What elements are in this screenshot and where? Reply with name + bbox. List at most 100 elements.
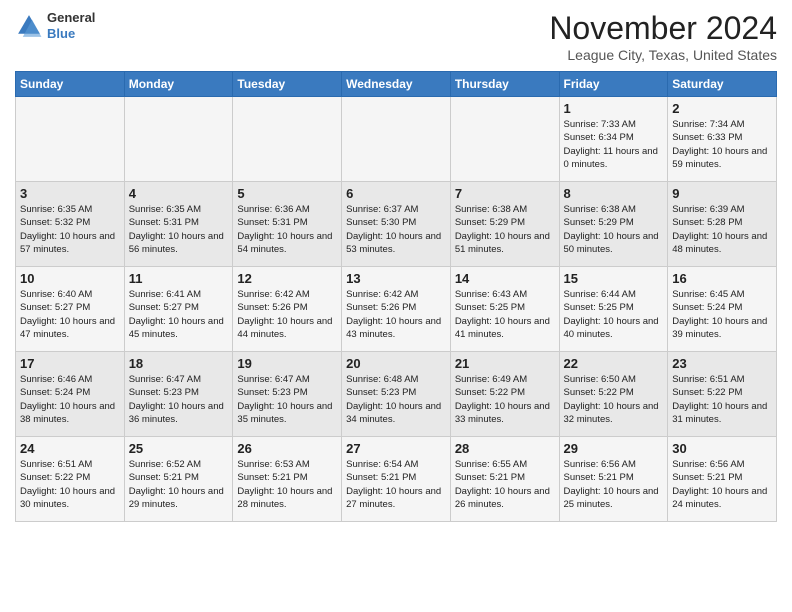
day-info: Sunrise: 6:35 AM Sunset: 5:31 PM Dayligh… — [129, 203, 229, 256]
day-cell: 20Sunrise: 6:48 AM Sunset: 5:23 PM Dayli… — [342, 352, 451, 437]
day-number: 25 — [129, 441, 229, 456]
day-number: 21 — [455, 356, 555, 371]
day-cell: 1 Sunrise: 7:33 AM Sunset: 6:34 PM Daylig… — [559, 97, 668, 182]
day-info: Sunrise: 6:45 AM Sunset: 5:24 PM Dayligh… — [672, 288, 772, 341]
day-info: Sunrise: 6:51 AM Sunset: 5:22 PM Dayligh… — [672, 373, 772, 426]
day-number: 19 — [237, 356, 337, 371]
day-cell: 8Sunrise: 6:38 AM Sunset: 5:29 PM Daylig… — [559, 182, 668, 267]
day-info: Sunrise: 6:38 AM Sunset: 5:29 PM Dayligh… — [564, 203, 664, 256]
day-cell: 17 Sunrise: 6:46 AM Sunset: 5:24 PM Dayli… — [16, 352, 125, 437]
week-row-2: 10 Sunrise: 6:40 AM Sunset: 5:27 PM Dayli… — [16, 267, 777, 352]
day-cell: 10 Sunrise: 6:40 AM Sunset: 5:27 PM Dayli… — [16, 267, 125, 352]
day-cell: 3 Sunrise: 6:35 AM Sunset: 5:32 PM Daylig… — [16, 182, 125, 267]
day-number: 11 — [129, 271, 229, 286]
day-number: 28 — [455, 441, 555, 456]
day-number: 15 — [564, 271, 664, 286]
week-row-4: 24 Sunrise: 6:51 AM Sunset: 5:22 PM Dayli… — [16, 437, 777, 522]
day-number: 17 — [20, 356, 120, 371]
day-info: Sunrise: 7:34 AM Sunset: 6:33 PM Dayligh… — [672, 118, 772, 171]
day-cell: 4 Sunrise: 6:35 AM Sunset: 5:31 PM Daylig… — [124, 182, 233, 267]
day-info: Sunrise: 6:54 AM Sunset: 5:21 PM Dayligh… — [346, 458, 446, 511]
day-cell: 24 Sunrise: 6:51 AM Sunset: 5:22 PM Dayli… — [16, 437, 125, 522]
month-title: November 2024 — [549, 10, 777, 47]
page-header: General Blue November 2024 League City, … — [15, 10, 777, 63]
day-cell: 14 Sunrise: 6:43 AM Sunset: 5:25 PM Dayli… — [450, 267, 559, 352]
day-cell — [124, 97, 233, 182]
day-info: Sunrise: 6:37 AM Sunset: 5:30 PM Dayligh… — [346, 203, 446, 256]
day-cell: 7Sunrise: 6:38 AM Sunset: 5:29 PM Daylig… — [450, 182, 559, 267]
weekday-header-saturday: Saturday — [668, 72, 777, 97]
weekday-header-thursday: Thursday — [450, 72, 559, 97]
day-number: 29 — [564, 441, 664, 456]
day-info: Sunrise: 6:39 AM Sunset: 5:28 PM Dayligh… — [672, 203, 772, 256]
day-cell — [233, 97, 342, 182]
day-info: Sunrise: 6:36 AM Sunset: 5:31 PM Dayligh… — [237, 203, 337, 256]
day-info: Sunrise: 6:46 AM Sunset: 5:24 PM Dayligh… — [20, 373, 120, 426]
day-number: 20 — [346, 356, 446, 371]
day-number: 22 — [564, 356, 664, 371]
day-number: 1 — [564, 101, 664, 116]
day-cell — [342, 97, 451, 182]
day-number: 14 — [455, 271, 555, 286]
day-cell: 25Sunrise: 6:52 AM Sunset: 5:21 PM Dayli… — [124, 437, 233, 522]
day-info: Sunrise: 6:51 AM Sunset: 5:22 PM Dayligh… — [20, 458, 120, 511]
day-info: Sunrise: 6:35 AM Sunset: 5:32 PM Dayligh… — [20, 203, 120, 256]
logo-general: General — [47, 10, 95, 26]
day-number: 3 — [20, 186, 120, 201]
day-number: 30 — [672, 441, 772, 456]
day-number: 16 — [672, 271, 772, 286]
day-info: Sunrise: 6:49 AM Sunset: 5:22 PM Dayligh… — [455, 373, 555, 426]
day-number: 18 — [129, 356, 229, 371]
weekday-header-tuesday: Tuesday — [233, 72, 342, 97]
day-cell: 27 Sunrise: 6:54 AM Sunset: 5:21 PM Dayli… — [342, 437, 451, 522]
day-cell: 6 Sunrise: 6:37 AM Sunset: 5:30 PM Daylig… — [342, 182, 451, 267]
day-info: Sunrise: 6:42 AM Sunset: 5:26 PM Dayligh… — [346, 288, 446, 341]
day-number: 10 — [20, 271, 120, 286]
day-cell: 30 Sunrise: 6:56 AM Sunset: 5:21 PM Dayli… — [668, 437, 777, 522]
week-row-0: 1 Sunrise: 7:33 AM Sunset: 6:34 PM Daylig… — [16, 97, 777, 182]
day-cell: 29Sunrise: 6:56 AM Sunset: 5:21 PM Dayli… — [559, 437, 668, 522]
day-cell: 15 Sunrise: 6:44 AM Sunset: 5:25 PM Dayli… — [559, 267, 668, 352]
week-row-3: 17 Sunrise: 6:46 AM Sunset: 5:24 PM Dayli… — [16, 352, 777, 437]
day-cell: 5Sunrise: 6:36 AM Sunset: 5:31 PM Daylig… — [233, 182, 342, 267]
day-number: 2 — [672, 101, 772, 116]
day-info: Sunrise: 6:43 AM Sunset: 5:25 PM Dayligh… — [455, 288, 555, 341]
day-cell: 19 Sunrise: 6:47 AM Sunset: 5:23 PM Dayli… — [233, 352, 342, 437]
day-cell: 11Sunrise: 6:41 AM Sunset: 5:27 PM Dayli… — [124, 267, 233, 352]
logo-text: General Blue — [47, 10, 95, 41]
day-number: 6 — [346, 186, 446, 201]
day-number: 9 — [672, 186, 772, 201]
day-info: Sunrise: 6:38 AM Sunset: 5:29 PM Dayligh… — [455, 203, 555, 256]
day-info: Sunrise: 6:47 AM Sunset: 5:23 PM Dayligh… — [129, 373, 229, 426]
day-number: 12 — [237, 271, 337, 286]
day-cell: 26Sunrise: 6:53 AM Sunset: 5:21 PM Dayli… — [233, 437, 342, 522]
logo: General Blue — [15, 10, 95, 41]
location: League City, Texas, United States — [549, 47, 777, 63]
day-info: Sunrise: 6:56 AM Sunset: 5:21 PM Dayligh… — [672, 458, 772, 511]
day-cell: 13 Sunrise: 6:42 AM Sunset: 5:26 PM Dayli… — [342, 267, 451, 352]
day-number: 24 — [20, 441, 120, 456]
day-number: 4 — [129, 186, 229, 201]
day-cell: 9 Sunrise: 6:39 AM Sunset: 5:28 PM Daylig… — [668, 182, 777, 267]
day-number: 27 — [346, 441, 446, 456]
weekday-header-wednesday: Wednesday — [342, 72, 451, 97]
weekday-header-row: SundayMondayTuesdayWednesdayThursdayFrid… — [16, 72, 777, 97]
day-info: Sunrise: 7:33 AM Sunset: 6:34 PM Dayligh… — [564, 118, 664, 171]
day-info: Sunrise: 6:40 AM Sunset: 5:27 PM Dayligh… — [20, 288, 120, 341]
day-info: Sunrise: 6:50 AM Sunset: 5:22 PM Dayligh… — [564, 373, 664, 426]
day-cell — [16, 97, 125, 182]
day-cell: 28Sunrise: 6:55 AM Sunset: 5:21 PM Dayli… — [450, 437, 559, 522]
calendar-table: SundayMondayTuesdayWednesdayThursdayFrid… — [15, 71, 777, 522]
day-info: Sunrise: 6:53 AM Sunset: 5:21 PM Dayligh… — [237, 458, 337, 511]
day-cell: 21 Sunrise: 6:49 AM Sunset: 5:22 PM Dayli… — [450, 352, 559, 437]
day-cell — [450, 97, 559, 182]
day-info: Sunrise: 6:47 AM Sunset: 5:23 PM Dayligh… — [237, 373, 337, 426]
day-cell: 18 Sunrise: 6:47 AM Sunset: 5:23 PM Dayli… — [124, 352, 233, 437]
day-cell: 2 Sunrise: 7:34 AM Sunset: 6:33 PM Daylig… — [668, 97, 777, 182]
day-number: 23 — [672, 356, 772, 371]
week-row-1: 3 Sunrise: 6:35 AM Sunset: 5:32 PM Daylig… — [16, 182, 777, 267]
day-cell: 22 Sunrise: 6:50 AM Sunset: 5:22 PM Dayli… — [559, 352, 668, 437]
day-number: 13 — [346, 271, 446, 286]
title-block: November 2024 League City, Texas, United… — [549, 10, 777, 63]
day-info: Sunrise: 6:44 AM Sunset: 5:25 PM Dayligh… — [564, 288, 664, 341]
